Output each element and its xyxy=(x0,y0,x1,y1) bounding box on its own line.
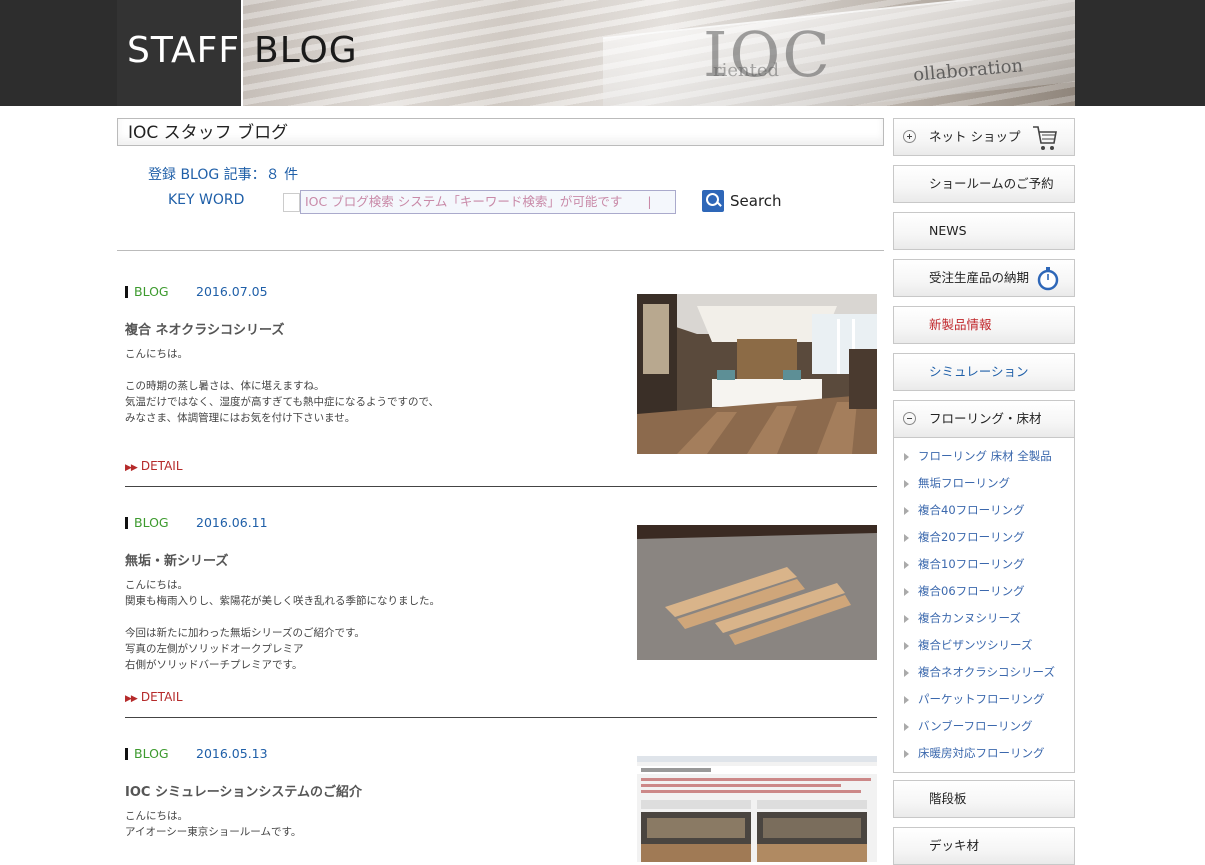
keyword-label: KEY WORD xyxy=(168,192,245,208)
sidebar-label: デッキ材 xyxy=(929,838,980,853)
sidebar-flooring-submenu: フローリング 床材 全製品 無垢フローリング 複合40フローリング 複合20フロ… xyxy=(893,438,1075,773)
sidebar-item-bamboo[interactable]: バンブーフローリング xyxy=(904,718,1033,734)
sidebar-flooring[interactable]: フローリング・床材 xyxy=(893,400,1075,438)
plus-icon xyxy=(903,130,916,143)
search-input[interactable]: IOC ブログ検索 システム「キーワード検索」が可能です | xyxy=(300,190,676,214)
sidebar-delivery-time[interactable]: 受注生産品の納期 xyxy=(893,259,1075,297)
sidebar-stair-boards[interactable]: 階段板 xyxy=(893,780,1075,818)
header-title-staff: STAFF xyxy=(127,30,241,71)
sidebar-label: NEWS xyxy=(929,223,967,238)
post-meta: BLOG 2016.06.11 xyxy=(125,515,268,530)
sidebar-item-composite10[interactable]: 複合10フローリング xyxy=(904,556,1025,572)
sidebar-simulation[interactable]: シミュレーション xyxy=(893,353,1075,391)
blog-post: BLOG 2016.06.11 無垢・新シリーズ こんにちは。 関東も梅雨入りし… xyxy=(125,515,877,719)
post-meta: BLOG 2016.05.13 xyxy=(125,746,268,761)
post-thumbnail-simulation[interactable] xyxy=(637,756,877,862)
post-category[interactable]: BLOG xyxy=(134,515,196,530)
post-title[interactable]: 複合 ネオクラシコシリーズ xyxy=(125,319,284,338)
sidebar-item-composite40[interactable]: 複合40フローリング xyxy=(904,502,1025,518)
post-divider xyxy=(125,486,877,487)
post-date: 2016.07.05 xyxy=(196,284,268,299)
sidebar-item-neoclassico[interactable]: 複合ネオクラシコシリーズ xyxy=(904,664,1055,680)
sidebar-net-shop[interactable]: ネット ショップ xyxy=(893,118,1075,156)
post-title[interactable]: 無垢・新シリーズ xyxy=(125,550,228,569)
post-thumbnail-planks[interactable] xyxy=(637,525,877,660)
sidebar-item-all-flooring[interactable]: フローリング 床材 全製品 xyxy=(904,448,1052,464)
post-category[interactable]: BLOG xyxy=(134,746,196,761)
sidebar-label: 新製品情報 xyxy=(929,317,992,332)
sidebar-item-floor-heating[interactable]: 床暖房対応フローリング xyxy=(904,745,1045,761)
post-body: こんにちは。 この時期の蒸し暑さは、体に堪えますね。 気温だけではなく、湿度が高… xyxy=(125,348,440,424)
post-category[interactable]: BLOG xyxy=(134,284,196,299)
search-button-label: Search xyxy=(730,192,782,210)
sidebar-label: シミュレーション xyxy=(929,364,1029,379)
blog-post: BLOG 2016.07.05 複合 ネオクラシコシリーズ こんにちは。 この時… xyxy=(125,284,877,488)
post-divider xyxy=(125,717,877,718)
sidebar-item-parquet[interactable]: パーケットフローリング xyxy=(904,691,1045,707)
sidebar-showroom-reservation[interactable]: ショールームのご予約 xyxy=(893,165,1075,203)
blog-post: BLOG 2016.05.13 IOC シミュレーションシステムのご紹介 こんに… xyxy=(125,746,877,862)
detail-link[interactable]: ▶▶ DETAIL xyxy=(125,690,183,704)
sidebar-label: 受注生産品の納期 xyxy=(929,270,1030,285)
keyword-checkbox[interactable] xyxy=(283,193,300,212)
post-title[interactable]: IOC シミュレーションシステムのご紹介 xyxy=(125,781,362,800)
sidebar-item-cannes[interactable]: 複合カンヌシリーズ xyxy=(904,610,1021,626)
page-title: IOC スタッフ ブログ xyxy=(117,118,884,146)
sidebar-item-composite20[interactable]: 複合20フローリング xyxy=(904,529,1025,545)
cart-icon xyxy=(1033,126,1057,150)
divider xyxy=(117,250,884,251)
banner-watermark-2: riented xyxy=(713,60,780,81)
sidebar-label: ショールームのご予約 xyxy=(929,176,1054,191)
sidebar-label: ネット ショップ xyxy=(929,129,1021,144)
sidebar-item-composite06[interactable]: 複合06フローリング xyxy=(904,583,1025,599)
post-date: 2016.05.13 xyxy=(196,746,268,761)
header-banner-image: IOC riented ollaboration xyxy=(243,0,1075,106)
post-meta: BLOG 2016.07.05 xyxy=(125,284,268,299)
sidebar-item-solid-flooring[interactable]: 無垢フローリング xyxy=(904,475,1010,491)
post-date: 2016.06.11 xyxy=(196,515,268,530)
sidebar-news[interactable]: NEWS xyxy=(893,212,1075,250)
stopwatch-icon xyxy=(1037,267,1059,291)
post-body: こんにちは。 関東も梅雨入りし、紫陽花が美しく咲き乱れる季節になりました。 今回… xyxy=(125,579,440,671)
sidebar-deck[interactable]: デッキ材 xyxy=(893,827,1075,865)
post-thumbnail-bedroom[interactable] xyxy=(637,294,877,454)
detail-link[interactable]: ▶▶ DETAIL xyxy=(125,459,183,473)
search-icon xyxy=(702,190,724,212)
sidebar-new-products[interactable]: 新製品情報 xyxy=(893,306,1075,344)
article-count: 登録 BLOG 記事：８ 件 xyxy=(148,167,299,183)
header-title-blog: BLOG xyxy=(254,30,358,71)
sidebar-label: フローリング・床材 xyxy=(929,411,1042,426)
sidebar-label: 階段板 xyxy=(929,791,967,806)
search-button[interactable]: Search xyxy=(702,190,782,212)
minus-icon xyxy=(903,412,916,425)
sidebar-item-byzantine[interactable]: 複合ビザンツシリーズ xyxy=(904,637,1032,653)
post-body: こんにちは。 アイオーシー東京ショールームです。 xyxy=(125,810,302,838)
